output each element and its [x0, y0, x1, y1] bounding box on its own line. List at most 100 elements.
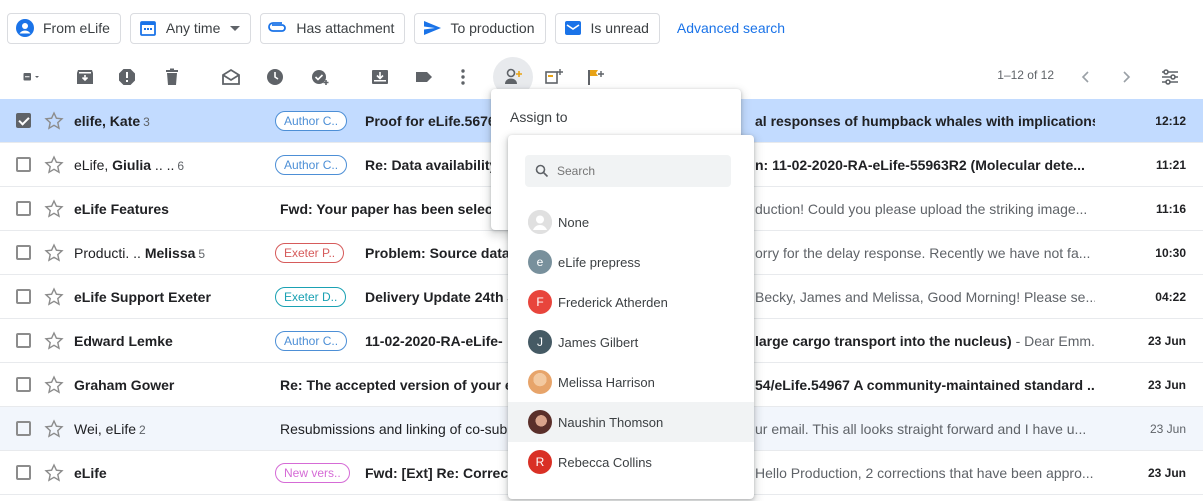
mark-as-read-icon[interactable] — [218, 64, 244, 90]
avatar: e — [528, 250, 552, 274]
assignee-name: None — [558, 214, 590, 230]
label-icon[interactable] — [411, 64, 437, 90]
unread-mail-icon — [563, 18, 583, 38]
subject-tail: al responses of humpback whales with imp… — [755, 113, 1095, 129]
received-time: 23 Jun — [1147, 377, 1186, 392]
received-time: 04:22 — [1155, 289, 1186, 304]
chip-has-attachment[interactable]: Has attachment — [260, 12, 406, 44]
filter-chips-bar: From eLife Any time Has attachment To pr… — [0, 0, 1203, 56]
received-time: 23 Jun — [1147, 333, 1186, 348]
star-icon[interactable] — [44, 375, 64, 395]
avatar: J — [528, 330, 552, 354]
move-to-icon[interactable] — [367, 64, 393, 90]
row-checkbox[interactable] — [16, 245, 31, 260]
row-checkbox[interactable] — [16, 377, 31, 392]
snippet: orry for the delay response. Recently we… — [755, 245, 1091, 261]
assign-to-title: Assign to — [510, 109, 568, 125]
assignee-james-gilbert[interactable]: J James Gilbert — [508, 322, 754, 362]
priority-flag-icon[interactable] — [582, 64, 608, 90]
row-checkbox[interactable] — [16, 157, 31, 172]
search-icon — [535, 164, 549, 178]
report-spam-icon[interactable] — [114, 64, 140, 90]
star-icon[interactable] — [44, 463, 64, 483]
chip-any-time[interactable]: Any time — [129, 12, 252, 44]
label-tag[interactable]: Author C.. — [275, 110, 348, 131]
snooze-icon[interactable] — [262, 64, 288, 90]
send-icon — [422, 18, 442, 38]
subject-tail: 54/eLife.54967 A community-maintained st… — [755, 377, 1095, 393]
select-all-checkbox[interactable] — [12, 64, 52, 90]
chip-is-unread[interactable]: Is unread — [554, 12, 660, 44]
star-icon[interactable] — [44, 243, 64, 263]
chevron-down-icon — [230, 25, 241, 31]
calendar-icon — [138, 18, 158, 38]
sender: eLife — [74, 464, 107, 481]
avatar: F — [528, 290, 552, 314]
star-icon[interactable] — [44, 331, 64, 351]
avatar-photo — [528, 370, 552, 394]
sender: elife, Kate 3 — [74, 112, 150, 129]
chevron-right-icon[interactable] — [1113, 64, 1139, 90]
star-icon[interactable] — [44, 419, 64, 439]
person-circle-icon — [15, 18, 35, 38]
row-checkbox[interactable] — [16, 421, 31, 436]
add-to-tasks-icon[interactable] — [307, 64, 333, 90]
settings-sliders-icon[interactable] — [1157, 64, 1183, 90]
snippet: Hello Production, 2 corrections that hav… — [755, 465, 1094, 481]
row-checkbox[interactable] — [16, 113, 31, 128]
label-tag[interactable]: Exeter P.. — [275, 242, 345, 263]
chip-from-elife[interactable]: From eLife — [7, 12, 121, 44]
sender: eLife Support Exeter — [74, 288, 211, 305]
subject-tail-with-snippet: large cargo transport into the nucleus) … — [755, 333, 1095, 349]
avatar — [528, 210, 552, 234]
sender: Producti. .. Melissa 5 — [74, 244, 206, 261]
more-options-icon[interactable] — [450, 64, 476, 90]
received-time: 11:16 — [1155, 201, 1186, 216]
assignee-menu: None e eLife prepress F Frederick Atherd… — [508, 135, 754, 499]
assignee-search[interactable] — [525, 155, 731, 187]
star-icon[interactable] — [44, 287, 64, 307]
assignee-naushin-thomson[interactable]: Naushin Thomson — [508, 402, 754, 442]
add-status-icon[interactable] — [541, 64, 567, 90]
assignee-melissa-harrison[interactable]: Melissa Harrison — [508, 362, 754, 402]
received-time: 11:21 — [1155, 157, 1186, 172]
label-tag[interactable]: New vers.. — [275, 462, 350, 483]
sender: Wei, eLife 2 — [74, 420, 146, 437]
received-time: 23 Jun — [1149, 421, 1186, 436]
chevron-left-icon[interactable] — [1073, 64, 1099, 90]
assignee-frederick-atherden[interactable]: F Frederick Atherden — [508, 282, 754, 322]
advanced-search-link[interactable]: Advanced search — [677, 20, 785, 36]
label-tag[interactable]: Author C.. — [275, 330, 348, 351]
chip-label: From eLife — [43, 20, 110, 36]
star-icon[interactable] — [44, 111, 64, 131]
received-time: 10:30 — [1155, 245, 1186, 260]
assignee-name: Frederick Atherden — [558, 294, 668, 310]
assignee-name: Rebecca Collins — [558, 454, 652, 470]
avatar-photo — [528, 410, 552, 434]
assignee-name: James Gilbert — [558, 334, 639, 350]
assignee-name: Melissa Harrison — [558, 374, 655, 390]
row-checkbox[interactable] — [16, 465, 31, 480]
row-checkbox[interactable] — [16, 201, 31, 216]
label-tag[interactable]: Author C.. — [275, 154, 348, 175]
assignee-rebecca-collins[interactable]: R Rebecca Collins — [508, 442, 754, 482]
snippet: Becky, James and Melissa, Good Morning! … — [755, 289, 1095, 305]
assignee-elife-prepress[interactable]: e eLife prepress — [508, 242, 754, 282]
label-tag[interactable]: Exeter D.. — [275, 286, 347, 307]
row-checkbox[interactable] — [16, 289, 31, 304]
avatar: R — [528, 450, 552, 474]
star-icon[interactable] — [44, 155, 64, 175]
archive-icon[interactable] — [72, 64, 98, 90]
sender: eLife Features — [74, 200, 169, 217]
received-time: 12:12 — [1155, 113, 1186, 128]
row-checkbox[interactable] — [16, 333, 31, 348]
star-icon[interactable] — [44, 199, 64, 219]
delete-icon[interactable] — [159, 64, 185, 90]
assignee-none[interactable]: None — [508, 202, 754, 242]
search-input[interactable] — [557, 164, 717, 178]
chip-label: Any time — [165, 20, 221, 36]
chip-to-production[interactable]: To production — [414, 12, 546, 44]
assignee-name: Naushin Thomson — [558, 414, 664, 430]
chip-label: Is unread — [590, 20, 649, 36]
assignee-name: eLife prepress — [558, 254, 641, 270]
